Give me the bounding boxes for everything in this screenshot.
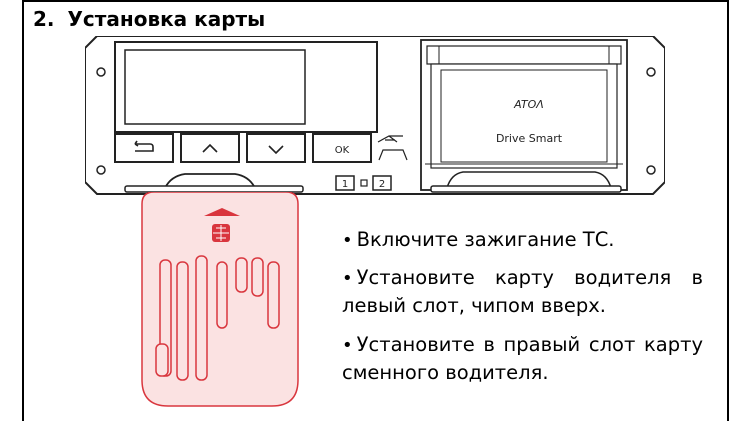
mounting-hole	[96, 67, 106, 77]
back-button[interactable]	[114, 133, 174, 163]
driver-card	[141, 192, 299, 407]
up-button[interactable]	[180, 133, 240, 163]
instruction-item: • Установите карту водителя в левый слот,…	[342, 266, 703, 317]
section-heading: 2. Установка карты	[33, 7, 265, 31]
instruction-item: • Включите зажигание ТС.	[342, 228, 615, 251]
instruction-item: • Установите в правый слот карту сменного…	[342, 333, 703, 384]
model-name: Drive Smart	[496, 132, 563, 145]
svg-text:1: 1	[342, 179, 348, 190]
mounting-hole	[646, 67, 656, 77]
brand-logo: ATOΛ	[513, 98, 544, 111]
down-button[interactable]	[246, 133, 306, 163]
tachograph-device: OK 1 2 ATOΛ Drive Smart	[85, 36, 665, 195]
slot-led	[360, 179, 368, 187]
section-number: 2.	[33, 7, 55, 31]
lcd-display	[124, 49, 306, 125]
svg-text:2: 2	[379, 179, 385, 190]
instruction-list: • Включите зажигание ТС. • Установите карт…	[342, 226, 703, 398]
ok-label: OK	[335, 145, 350, 156]
mounting-hole	[96, 165, 106, 175]
section-title: Установка карты	[67, 7, 266, 31]
mounting-hole	[646, 165, 656, 175]
